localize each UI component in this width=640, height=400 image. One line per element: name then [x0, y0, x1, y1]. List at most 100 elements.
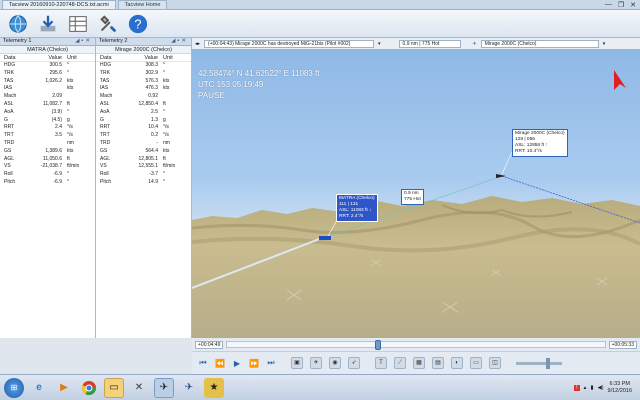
download-button[interactable] [36, 12, 60, 36]
cell-value: 2.09 [52, 93, 62, 100]
cell-unit [158, 93, 188, 101]
rewind-icon[interactable]: ⏪ [215, 359, 225, 368]
camera-mode-icon[interactable]: ▣ [291, 357, 303, 369]
fast-forward-icon[interactable]: ⏩ [249, 359, 259, 368]
table-row: Roll -3.7 ° [96, 171, 191, 179]
position-overlay: 42.58474° N 41.62522° E 11083 ft UTC 153… [198, 68, 319, 101]
cell-unit: °/s [67, 132, 73, 139]
filter-icon[interactable]: ▤ [432, 357, 444, 369]
panel-title: Telemetry 1 [3, 38, 32, 44]
col-data: Data [100, 55, 112, 61]
cell-data: ASL [100, 100, 110, 107]
missile-marker[interactable] [319, 236, 331, 240]
start-button[interactable]: ⊞ [4, 377, 24, 398]
show-hidden-icons[interactable]: ▴ [584, 385, 587, 391]
table-row: Pitch -6.9 ° [0, 179, 95, 187]
timeline-scrubber[interactable] [375, 340, 382, 350]
cell-unit: g [67, 116, 70, 123]
cell-value: 1.3 [151, 116, 158, 123]
window-controls: — ❐ ✕ [605, 1, 640, 9]
table-button[interactable] [66, 12, 90, 36]
cell-value: 12,555.1 [138, 163, 158, 170]
game-icon[interactable]: ★ [204, 377, 224, 398]
cell-value: 302.9 [145, 69, 158, 76]
network-icon[interactable]: ▮ [590, 385, 593, 391]
globe-button[interactable] [6, 12, 30, 36]
internet-explorer-icon[interactable]: e [29, 378, 49, 398]
panel-buttons[interactable]: ◢▪✕ [171, 38, 191, 45]
sky-terrain-scene[interactable]: 42.58474° N 41.62522° E 11083 ft UTC 153… [192, 50, 640, 338]
skip-start-icon[interactable]: ⏮ [198, 358, 208, 368]
cell-unit: ft/min [67, 163, 80, 170]
layers-icon[interactable]: ◐ [451, 357, 463, 369]
cell-unit: ft [163, 100, 166, 107]
table-row: RRT 2.4 °/s [0, 124, 95, 132]
tracked-object-selector[interactable]: Mirage 2000C (Chelco) [480, 39, 599, 48]
chevron-down-icon[interactable]: ▾ [603, 41, 606, 47]
cockpit-view-icon[interactable]: ✈ [310, 357, 322, 369]
table-row: Mach 2.09 [0, 93, 95, 101]
mirage-label[interactable]: Mirage 2000C (Chelco) 129 | 056 ASL: 128… [512, 129, 568, 157]
cell-unit: kts [163, 147, 170, 154]
svg-text:?: ? [134, 16, 141, 31]
close-button[interactable]: ✕ [630, 1, 636, 9]
minimize-button[interactable]: — [605, 1, 612, 9]
cell-unit: °/s [163, 132, 169, 139]
panel-buttons[interactable]: ◢▪✕ [75, 38, 95, 45]
cell-value: 12,850.4 [138, 100, 158, 107]
cell-value: 2.4 [55, 124, 62, 131]
external-view-icon[interactable]: ◉ [329, 357, 341, 369]
tab-acmi-file[interactable]: Tacview 20160910-220748-DCS.txt.acmi [2, 0, 116, 9]
cell-value [40, 140, 62, 148]
cell-unit: nm [163, 139, 170, 146]
label-line: RRT: 10.4°/s [515, 149, 542, 154]
chevron-down-icon[interactable]: ▾ [378, 41, 381, 47]
panel-header: Telemetry 1 ◢▪✕ [0, 38, 95, 46]
volume-slider[interactable] [516, 357, 562, 369]
ruler-icon[interactable]: ⟋ [394, 357, 406, 369]
globe-icon [9, 14, 27, 33]
range-label: 0.9 nm 775 Hot [401, 189, 424, 205]
cell-unit: kts [163, 85, 170, 92]
event-selector[interactable]: (+00:04:43) Mirage 2000C has destroyed M… [204, 39, 375, 48]
timeline-start: +00:04:49 [195, 340, 224, 349]
file-explorer-icon[interactable]: ▭ [104, 377, 124, 398]
tab-tacview-home[interactable]: Tacview Home [117, 0, 168, 9]
clock[interactable]: 6:33 PM 9/12/2016 [608, 381, 632, 395]
matra-label[interactable]: MATRA (Chelco) 111 | 131 ASL: 11083 ft ↓… [336, 194, 378, 222]
app-icon[interactable]: ✕ [129, 378, 149, 398]
volume-icon[interactable]: ◀) [597, 385, 603, 391]
table-row: ASL 12,850.4 ft [96, 101, 191, 109]
maximize-button[interactable]: ❐ [618, 1, 624, 9]
grid-icon[interactable]: ▦ [413, 357, 425, 369]
tacview-taskbar-icon[interactable]: ✈ [154, 377, 174, 398]
media-player-icon[interactable]: ▶ [54, 378, 74, 398]
window-icon[interactable]: ◫ [489, 357, 501, 369]
cell-unit: ° [67, 171, 69, 178]
table-row: TRT 3.5 °/s [0, 132, 95, 140]
photo-icon[interactable]: ▭ [470, 357, 482, 369]
play-icon[interactable]: ▶ [232, 359, 242, 368]
cell-data: VS [100, 163, 107, 170]
notification-icon[interactable]: ! [574, 384, 580, 391]
dcs-icon[interactable]: ✈ [179, 378, 199, 398]
cell-value: -21,038.7 [40, 163, 62, 170]
chase-view-icon[interactable]: ➶ [348, 357, 360, 369]
pin-icon[interactable]: ◂▸ [195, 41, 200, 47]
aircraft-icon[interactable] [496, 174, 506, 178]
label-tool-icon[interactable]: T [375, 357, 387, 369]
volume-knob[interactable] [546, 357, 551, 369]
cell-unit: ft [67, 100, 70, 107]
skip-end-icon[interactable]: ⏭ [266, 358, 276, 368]
distance-readout: 0.9 nm | 775 Hot [398, 39, 461, 48]
help-button[interactable]: ? [126, 12, 150, 36]
download-icon [40, 15, 56, 31]
cell-data: AGL [4, 155, 15, 162]
timeline-track[interactable] [226, 340, 606, 350]
chrome-icon[interactable] [79, 378, 99, 398]
object-name: Mirage 2000C (Chelco) [96, 46, 191, 54]
tools-button[interactable] [96, 12, 120, 36]
table-row: GS 564.4 kts [96, 148, 191, 156]
windows-taskbar: ⊞ e ▶ ▭ ✕ ✈ ✈ ★ ! ▴ ▮ ◀) 6:33 PM 9/12/20… [0, 374, 640, 400]
3d-view[interactable]: 42.58474° N 41.62522° E 11083 ft UTC 153… [192, 38, 640, 338]
